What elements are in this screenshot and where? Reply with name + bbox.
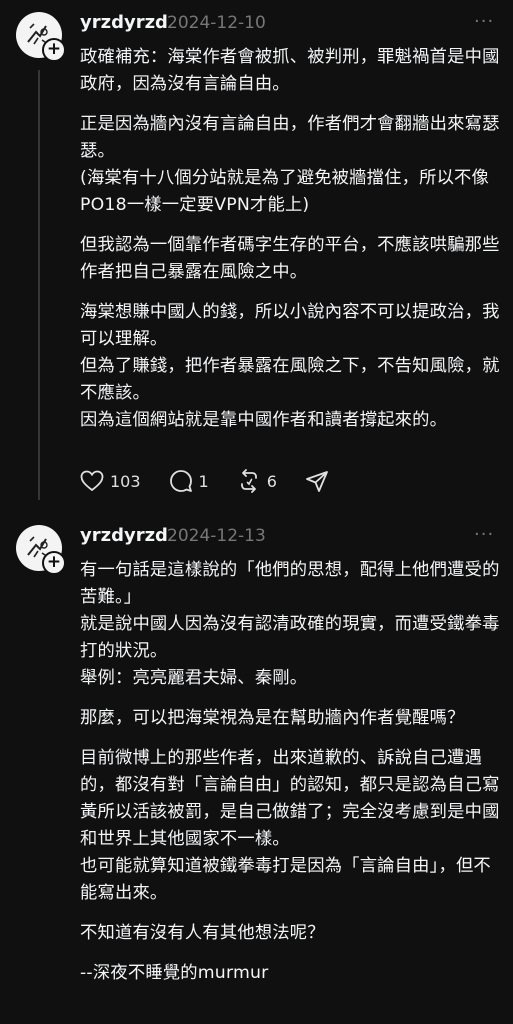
- repost-button[interactable]: 6: [237, 469, 277, 493]
- post-paragraph: 不知道有沒有人有其他想法呢？: [80, 923, 325, 943]
- comment-icon: [169, 470, 192, 492]
- username[interactable]: yrzdyrzd: [80, 12, 168, 33]
- post-paragraph: 海棠想賺中國人的錢，所以小說內容不可以提政治，我可以理解。 但為了賺錢，把作者暴…: [80, 302, 500, 430]
- post-paragraph: 目前微博上的那些作者，出來道歉的、訴說自己遭遇的，都沒有對「言論自由」的認知，都…: [80, 748, 500, 903]
- post-body: 政確補充：海棠作者會被抓、被判刑，罪魁禍首是中國政府，因為沒有言論自由。 正是因…: [80, 44, 500, 447]
- follow-plus-icon[interactable]: +: [42, 551, 66, 575]
- username[interactable]: yrzdyrzd: [80, 525, 168, 546]
- repost-icon: [240, 469, 257, 493]
- more-icon[interactable]: ···: [474, 11, 494, 32]
- share-icon: [306, 471, 328, 492]
- repost-count: 6: [266, 471, 277, 491]
- post-date: 2024-12-10: [167, 13, 266, 33]
- avatar[interactable]: +: [16, 525, 66, 575]
- follow-plus-icon[interactable]: +: [42, 38, 66, 62]
- post-paragraph: 但我認為一個靠作者碼字生存的平台，不應該哄騙那些作者把自己暴露在風險之中。: [80, 235, 500, 282]
- post-paragraph: 有一句話是這樣說的「他們的思想，配得上他們遭受的苦難。」 就是說中國人因為沒有認…: [80, 560, 500, 688]
- action-bar: 103 1 6: [80, 466, 357, 496]
- post-paragraph: 那麼，可以把海棠視為是在幫助牆內作者覺醒嗎？: [80, 708, 465, 728]
- post-paragraph: --深夜不睡覺的murmur: [80, 963, 269, 983]
- reply-button[interactable]: 1: [169, 469, 209, 493]
- like-count: 103: [110, 471, 141, 491]
- post-paragraph: 政確補充：海棠作者會被抓、被判刑，罪魁禍首是中國政府，因為沒有言論自由。: [80, 47, 500, 94]
- post-body: 有一句話是這樣說的「他們的思想，配得上他們遭受的苦難。」 就是說中國人因為沒有認…: [80, 557, 500, 1000]
- thread-feed: + yrzdyrzd 2024-12-10 ··· 政確補充：海棠作者會被抓、被…: [0, 0, 513, 1024]
- heart-icon: [80, 470, 104, 492]
- share-button[interactable]: [305, 469, 329, 493]
- avatar[interactable]: +: [16, 12, 66, 62]
- more-icon[interactable]: ···: [474, 524, 494, 545]
- thread-line: [38, 70, 40, 500]
- reply-count: 1: [198, 471, 209, 491]
- post-date: 2024-12-13: [167, 526, 266, 546]
- like-button[interactable]: 103: [80, 470, 141, 492]
- post-paragraph: 正是因為牆內沒有言論自由，作者們才會翻牆出來寫瑟瑟。 (海棠有十八個分站就是為了…: [80, 114, 500, 215]
